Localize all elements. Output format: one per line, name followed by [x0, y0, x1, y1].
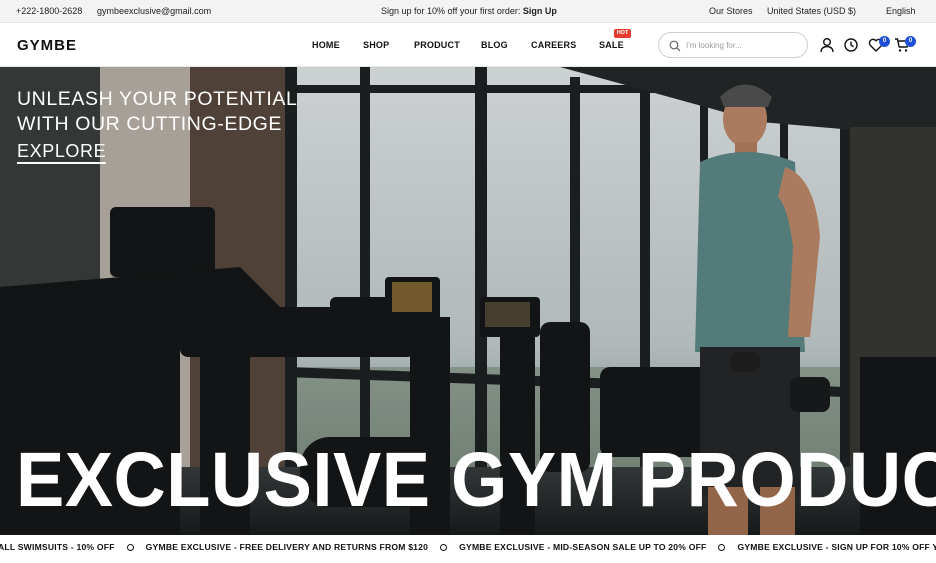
marquee-item: GYMBE EXCLUSIVE - MID-SEASON SALE UP TO …	[459, 542, 707, 552]
nav-product[interactable]: PRODUCT	[414, 40, 460, 50]
promo-text: Sign up for 10% off your first order:	[381, 6, 521, 16]
nav-blog[interactable]: BLOG	[481, 40, 508, 50]
site-logo[interactable]: GYMBE	[17, 37, 77, 54]
separator-dot-icon	[126, 544, 134, 551]
search-box[interactable]	[658, 32, 808, 58]
nav-shop[interactable]: SHOP	[363, 40, 389, 50]
announcement-marquee: ALL SWIMSUITS - 10% OFF GYMBE EXCLUSIVE -…	[0, 535, 936, 563]
marquee-item: ALL SWIMSUITS - 10% OFF	[0, 542, 115, 552]
marquee-item: GYMBE EXCLUSIVE - FREE DELIVERY AND RETU…	[145, 542, 429, 552]
currency-selector[interactable]: United States (USD $)	[767, 6, 856, 16]
history-icon[interactable]	[842, 36, 860, 54]
nav-careers[interactable]: CAREERS	[531, 40, 576, 50]
hero-tagline-line1: UNLEASH YOUR POTENTIAL	[17, 88, 298, 110]
search-icon	[669, 40, 681, 52]
top-bar: +222-1800-2628 gymbeexclusive@gmail.com …	[0, 0, 936, 23]
marquee-item: GYMBE EXCLUSIVE - SIGN UP FOR 10% OFF YO…	[737, 542, 936, 552]
hero-tagline-line2: WITH OUR CUTTING-EDGE	[17, 113, 282, 135]
email-link[interactable]: gymbeexclusive@gmail.com	[97, 6, 211, 16]
account-icon[interactable]	[818, 36, 836, 54]
promo-message: Sign up for 10% off your first order: Si…	[381, 6, 557, 16]
phone-number[interactable]: +222-1800-2628	[16, 6, 82, 16]
explore-link[interactable]: EXPLORE	[17, 141, 107, 164]
separator-dot-icon	[440, 544, 448, 551]
separator-dot-icon	[718, 544, 726, 551]
language-selector[interactable]: English	[886, 6, 916, 16]
hot-badge: HOT	[614, 29, 631, 38]
hero-headline: EXCLUSIVE GYM PRODUCT	[16, 437, 936, 523]
sign-up-link[interactable]: Sign Up	[523, 6, 557, 16]
nav-sale[interactable]: SALE	[599, 40, 624, 50]
nav-home[interactable]: HOME	[312, 40, 340, 50]
our-stores-link[interactable]: Our Stores	[709, 6, 753, 16]
main-header: GYMBE HOME SHOP PRODUCT BLOG CAREERS SAL…	[0, 23, 936, 67]
hero-banner: UNLEASH YOUR POTENTIAL WITH OUR CUTTING-…	[0, 67, 936, 535]
search-input[interactable]	[686, 38, 801, 53]
wishlist-count-badge: 0	[879, 36, 890, 47]
cart-count-badge: 0	[905, 36, 916, 47]
